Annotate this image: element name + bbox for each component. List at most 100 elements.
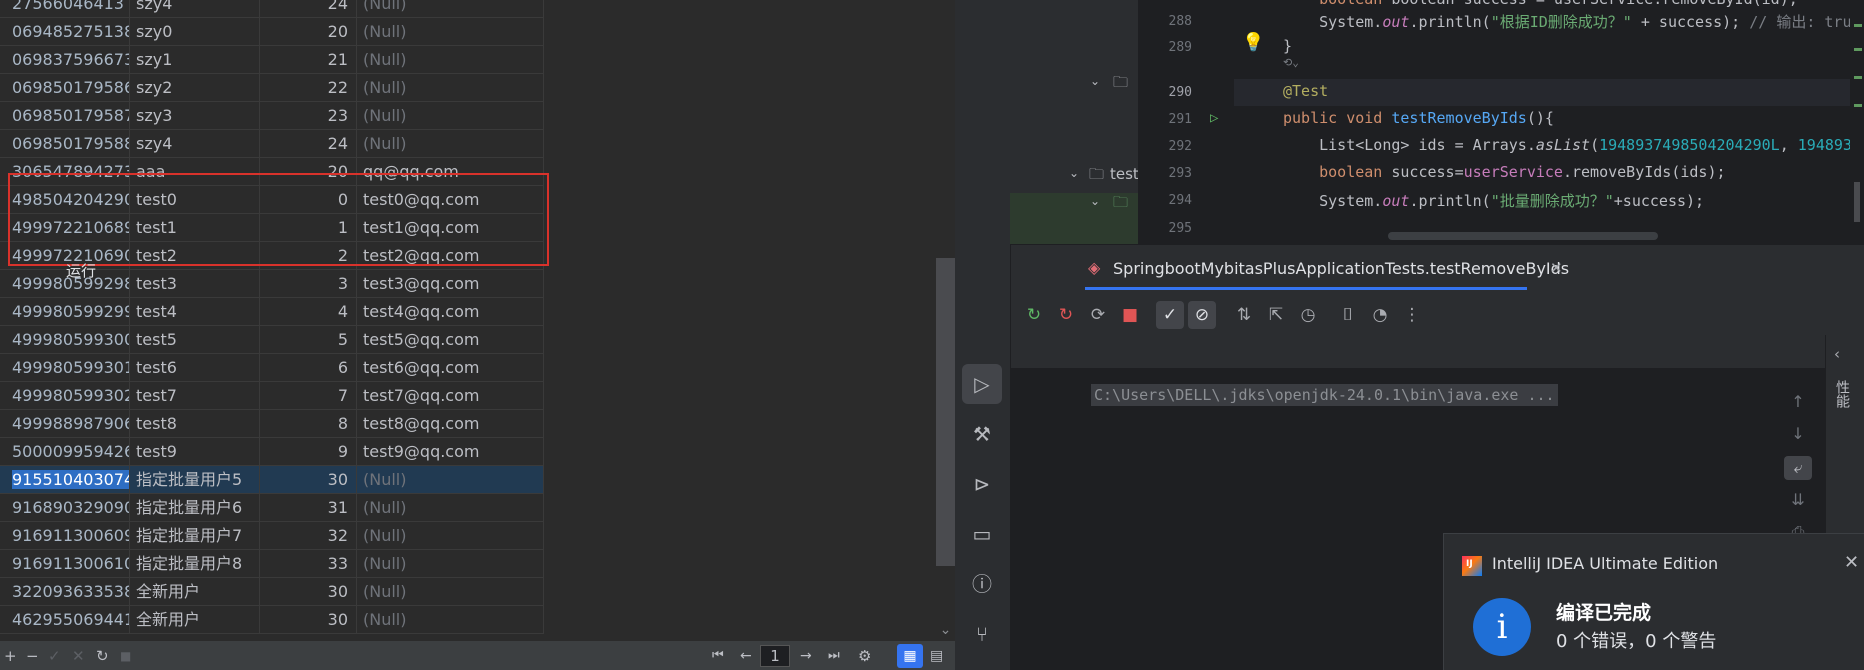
camera-icon[interactable]: ⌷: [1334, 301, 1362, 329]
email-cell[interactable]: (Null): [357, 522, 544, 550]
history-icon[interactable]: ◷: [1294, 301, 1322, 329]
code-editor[interactable]: 288 289 290 291 292 293 294 295 💡 ▷ bool…: [1138, 0, 1864, 244]
id-cell[interactable]: 915510403074: [0, 466, 130, 494]
id-cell[interactable]: 462955069441: [0, 606, 130, 634]
toggle-autotest-icon[interactable]: ⟳: [1084, 301, 1112, 329]
show-passed-icon[interactable]: ✓: [1156, 301, 1184, 329]
editor-scrollbar[interactable]: [1850, 0, 1864, 244]
email-cell[interactable]: test4@qq.com: [357, 298, 544, 326]
tree-chevron-icon[interactable]: ⌄: [1069, 166, 1079, 180]
email-cell[interactable]: (Null): [357, 494, 544, 522]
name-cell[interactable]: szy3: [130, 102, 260, 130]
rerun-failed-icon[interactable]: ↻: [1052, 301, 1080, 329]
email-cell[interactable]: (Null): [357, 466, 544, 494]
scroll-up-icon[interactable]: ↑: [1784, 390, 1812, 414]
remove-row-icon[interactable]: −: [26, 641, 39, 670]
id-cell[interactable]: 322093633538: [0, 578, 130, 606]
name-cell[interactable]: 指定批量用户7: [130, 522, 260, 550]
name-cell[interactable]: 指定批量用户6: [130, 494, 260, 522]
name-cell[interactable]: test6: [130, 354, 260, 382]
soft-wrap-icon[interactable]: ⤶: [1784, 456, 1812, 480]
table-row[interactable]: 915510403074 指定批量用户5 30 (Null): [0, 466, 544, 494]
table-row[interactable]: 462955069441 全新用户 30 (Null): [0, 606, 544, 634]
sort-icon[interactable]: ⇅: [1230, 301, 1258, 329]
last-page-icon[interactable]: ⏭: [828, 641, 840, 670]
age-cell[interactable]: 4: [260, 298, 357, 326]
age-cell[interactable]: 24: [260, 130, 357, 158]
email-cell[interactable]: (Null): [357, 46, 544, 74]
id-cell[interactable]: 499988987906: [0, 410, 130, 438]
editor-horizontal-scrollbar[interactable]: [1388, 232, 1658, 240]
next-page-icon[interactable]: →: [800, 641, 812, 670]
email-cell[interactable]: test9@qq.com: [357, 438, 544, 466]
age-cell[interactable]: 3: [260, 270, 357, 298]
scroll-down-icon[interactable]: ⌄: [936, 620, 955, 640]
table-row[interactable]: 499980599300 test5 5 test5@qq.com: [0, 326, 544, 354]
table-row[interactable]: 916911300610 指定批量用户8 33 (Null): [0, 550, 544, 578]
terminal-icon[interactable]: ▭: [962, 514, 1002, 554]
name-cell[interactable]: szy1: [130, 46, 260, 74]
email-cell[interactable]: test3@qq.com: [357, 270, 544, 298]
tree-chevron-icon[interactable]: ⌄: [1090, 194, 1100, 208]
email-cell[interactable]: (Null): [357, 0, 544, 18]
name-cell[interactable]: test8: [130, 410, 260, 438]
age-cell[interactable]: 30: [260, 578, 357, 606]
age-cell[interactable]: 20: [260, 18, 357, 46]
table-row[interactable]: 322093633538 全新用户 30 (Null): [0, 578, 544, 606]
id-cell[interactable]: 499980599302: [0, 382, 130, 410]
email-cell[interactable]: (Null): [357, 18, 544, 46]
id-cell[interactable]: 069850179588: [0, 130, 130, 158]
add-row-icon[interactable]: +: [4, 641, 17, 670]
age-cell[interactable]: 32: [260, 522, 357, 550]
id-cell[interactable]: 916911300609: [0, 522, 130, 550]
refresh-icon[interactable]: ↻: [96, 641, 109, 670]
console-command-line[interactable]: C:\Users\DELL\.jdks\openjdk-24.0.1\bin\j…: [1091, 384, 1558, 406]
text-view-icon[interactable]: ▤: [930, 641, 943, 670]
table-row[interactable]: 069850179586 szy2 22 (Null): [0, 74, 544, 102]
rerun-icon[interactable]: ↻: [1020, 301, 1048, 329]
age-cell[interactable]: 8: [260, 410, 357, 438]
usages-hint-icon[interactable]: ⟲⌄: [1283, 56, 1299, 69]
age-cell[interactable]: 22: [260, 74, 357, 102]
build-hammer-icon[interactable]: ⚒: [962, 414, 1002, 454]
email-cell[interactable]: (Null): [357, 130, 544, 158]
name-cell[interactable]: test4: [130, 298, 260, 326]
table-row[interactable]: 916890329090 指定批量用户6 31 (Null): [0, 494, 544, 522]
vertical-scrollbar[interactable]: ⌄: [936, 0, 955, 640]
age-cell[interactable]: 9: [260, 438, 357, 466]
email-cell[interactable]: (Null): [357, 578, 544, 606]
email-cell[interactable]: (Null): [357, 606, 544, 634]
folder-icon[interactable]: 🗀: [1113, 192, 1128, 217]
table-row[interactable]: 069837596673 szy1 21 (Null): [0, 46, 544, 74]
id-cell[interactable]: 916911300610: [0, 550, 130, 578]
id-cell[interactable]: 499980599299: [0, 298, 130, 326]
name-cell[interactable]: 指定批量用户5: [130, 466, 260, 494]
performance-tool-label[interactable]: 性能: [1832, 380, 1852, 408]
name-cell[interactable]: 指定批量用户8: [130, 550, 260, 578]
name-cell[interactable]: szy4: [130, 0, 260, 18]
age-cell[interactable]: 30: [260, 606, 357, 634]
scrollbar-thumb[interactable]: [936, 258, 955, 566]
email-cell[interactable]: test8@qq.com: [357, 410, 544, 438]
table-row[interactable]: 500009959426 test9 9 test9@qq.com: [0, 438, 544, 466]
id-cell[interactable]: 499980599300: [0, 326, 130, 354]
problems-icon[interactable]: ⓘ: [962, 564, 1002, 604]
name-cell[interactable]: szy4: [130, 130, 260, 158]
settings-gear-icon[interactable]: ⚙: [858, 641, 871, 670]
name-cell[interactable]: test3: [130, 270, 260, 298]
table-row[interactable]: 499980599299 test4 4 test4@qq.com: [0, 298, 544, 326]
profiler-icon[interactable]: ◔: [1366, 301, 1394, 329]
tree-node-test[interactable]: test: [1110, 165, 1139, 183]
name-cell[interactable]: szy0: [130, 18, 260, 46]
more-options-icon[interactable]: ⋮: [1398, 301, 1426, 329]
age-cell[interactable]: 5: [260, 326, 357, 354]
first-page-icon[interactable]: ⏮: [712, 641, 724, 670]
prev-page-icon[interactable]: ←: [740, 641, 752, 670]
git-icon[interactable]: ⑂: [962, 614, 1002, 654]
page-number-field[interactable]: 1: [760, 645, 790, 667]
name-cell[interactable]: test5: [130, 326, 260, 354]
grid-view-icon[interactable]: ▦: [897, 644, 923, 668]
folder-icon[interactable]: 🗀: [1113, 72, 1128, 97]
table-row[interactable]: 069485275138 szy0 20 (Null): [0, 18, 544, 46]
table-row[interactable]: 499980599301 test6 6 test6@qq.com: [0, 354, 544, 382]
